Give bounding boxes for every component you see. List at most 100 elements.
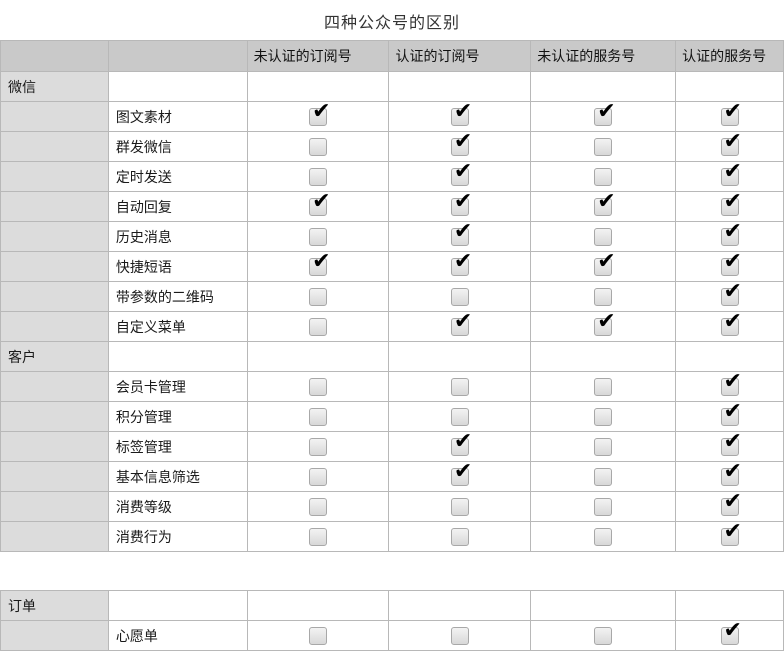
unchecked-checkbox[interactable] bbox=[309, 527, 328, 546]
unchecked-checkbox[interactable] bbox=[450, 377, 469, 396]
unchecked-checkbox[interactable] bbox=[450, 287, 469, 306]
checked-checkbox[interactable]: ✔ bbox=[720, 310, 742, 336]
checked-checkbox[interactable]: ✔ bbox=[450, 250, 472, 276]
checked-checkbox[interactable]: ✔ bbox=[450, 130, 472, 156]
checked-checkbox[interactable]: ✔ bbox=[720, 280, 742, 306]
unchecked-checkbox[interactable] bbox=[309, 626, 328, 645]
unchecked-checkbox[interactable] bbox=[450, 407, 469, 426]
unchecked-checkbox[interactable] bbox=[594, 497, 613, 516]
header-cell bbox=[107, 40, 248, 72]
unchecked-checkbox[interactable] bbox=[450, 497, 469, 516]
checked-checkbox[interactable]: ✔ bbox=[594, 250, 616, 276]
checked-checkbox[interactable]: ✔ bbox=[720, 400, 742, 426]
empty-cell bbox=[388, 71, 532, 102]
unchecked-checkbox[interactable] bbox=[594, 377, 613, 396]
row-indent-cell bbox=[0, 491, 109, 522]
empty-cell bbox=[675, 590, 784, 621]
row-indent-cell bbox=[0, 221, 109, 252]
checked-checkbox[interactable]: ✔ bbox=[594, 310, 616, 336]
unchecked-checkbox[interactable] bbox=[594, 626, 613, 645]
checked-checkbox[interactable]: ✔ bbox=[450, 310, 472, 336]
checked-checkbox[interactable]: ✔ bbox=[720, 370, 742, 396]
unchecked-checkbox[interactable] bbox=[450, 527, 469, 546]
unchecked-checkbox[interactable] bbox=[309, 437, 328, 456]
unchecked-checkbox[interactable] bbox=[309, 377, 328, 396]
checked-checkbox[interactable]: ✔ bbox=[720, 250, 742, 276]
checked-checkbox[interactable]: ✔ bbox=[720, 520, 742, 546]
checked-checkbox[interactable]: ✔ bbox=[450, 460, 472, 486]
checkmark-icon: ✔ bbox=[723, 128, 742, 154]
unchecked-checkbox[interactable] bbox=[594, 437, 613, 456]
checked-checkbox[interactable]: ✔ bbox=[450, 190, 472, 216]
table-row: 基本信息筛选 ✔ ✔ bbox=[0, 460, 784, 492]
checkmark-icon: ✔ bbox=[453, 158, 473, 184]
check-cell: ✔ bbox=[530, 190, 677, 222]
empty-cell bbox=[107, 341, 248, 372]
unchecked-checkbox[interactable] bbox=[594, 137, 613, 156]
checkmark-icon: ✔ bbox=[723, 188, 742, 214]
unchecked-checkbox[interactable] bbox=[309, 287, 328, 306]
checked-checkbox[interactable]: ✔ bbox=[309, 100, 331, 126]
checkmark-icon: ✔ bbox=[723, 218, 742, 244]
unchecked-checkbox[interactable] bbox=[594, 227, 613, 246]
check-cell: ✔ bbox=[530, 250, 677, 282]
unchecked-checkbox[interactable] bbox=[594, 467, 613, 486]
empty-cell bbox=[530, 341, 677, 372]
unchecked-checkbox[interactable] bbox=[309, 137, 328, 156]
unchecked-checkbox[interactable] bbox=[594, 287, 613, 306]
checked-checkbox[interactable]: ✔ bbox=[450, 160, 472, 186]
unchecked-checkbox[interactable] bbox=[309, 167, 328, 186]
checked-checkbox[interactable]: ✔ bbox=[720, 160, 742, 186]
checked-checkbox[interactable]: ✔ bbox=[720, 490, 742, 516]
checked-checkbox[interactable]: ✔ bbox=[720, 619, 742, 645]
checked-checkbox[interactable]: ✔ bbox=[450, 220, 472, 246]
check-cell: ✔ bbox=[246, 100, 390, 132]
check-cell bbox=[530, 620, 677, 651]
page-title: 四种公众号的区别 bbox=[323, 13, 460, 32]
checkmark-icon: ✔ bbox=[597, 248, 616, 274]
row-indent-cell bbox=[0, 101, 109, 132]
row-indent-cell bbox=[0, 401, 109, 432]
unchecked-checkbox[interactable] bbox=[450, 626, 469, 645]
check-cell: ✔ bbox=[388, 460, 532, 492]
checked-checkbox[interactable]: ✔ bbox=[720, 100, 742, 126]
check-cell: ✔ bbox=[675, 370, 784, 402]
unchecked-checkbox[interactable] bbox=[309, 317, 328, 336]
unchecked-checkbox[interactable] bbox=[594, 527, 613, 546]
header-cell: 认证的订阅号 bbox=[388, 40, 532, 72]
checked-checkbox[interactable]: ✔ bbox=[450, 430, 472, 456]
checked-checkbox[interactable]: ✔ bbox=[309, 250, 331, 276]
checked-checkbox[interactable]: ✔ bbox=[594, 100, 616, 126]
checked-checkbox[interactable]: ✔ bbox=[720, 130, 742, 156]
checkmark-icon: ✔ bbox=[453, 458, 473, 484]
row-indent-cell bbox=[0, 131, 109, 162]
check-cell: ✔ bbox=[675, 280, 784, 312]
feature-label: 自动回复 bbox=[107, 191, 248, 222]
row-indent-cell bbox=[0, 371, 109, 402]
unchecked-checkbox[interactable] bbox=[594, 167, 613, 186]
unchecked-checkbox[interactable] bbox=[309, 497, 328, 516]
checked-checkbox[interactable]: ✔ bbox=[720, 190, 742, 216]
checked-checkbox[interactable]: ✔ bbox=[720, 220, 742, 246]
unchecked-checkbox[interactable] bbox=[594, 407, 613, 426]
unchecked-checkbox[interactable] bbox=[309, 467, 328, 486]
checkmark-icon: ✔ bbox=[453, 428, 473, 454]
check-cell: ✔ bbox=[388, 310, 532, 342]
checked-checkbox[interactable]: ✔ bbox=[309, 190, 331, 216]
checkmark-icon: ✔ bbox=[723, 368, 742, 394]
check-cell: ✔ bbox=[675, 430, 784, 462]
checked-checkbox[interactable]: ✔ bbox=[450, 100, 472, 126]
checkmark-icon: ✔ bbox=[723, 518, 742, 544]
unchecked-checkbox[interactable] bbox=[309, 407, 328, 426]
checked-checkbox[interactable]: ✔ bbox=[594, 190, 616, 216]
checked-checkbox[interactable]: ✔ bbox=[720, 430, 742, 456]
empty-cell bbox=[246, 71, 390, 102]
check-cell: ✔ bbox=[246, 190, 390, 222]
row-indent-cell bbox=[0, 281, 109, 312]
table-row: 快捷短语 ✔ ✔ ✔ ✔ bbox=[0, 250, 784, 282]
checked-checkbox[interactable]: ✔ bbox=[720, 460, 742, 486]
unchecked-checkbox[interactable] bbox=[309, 227, 328, 246]
checkmark-icon: ✔ bbox=[312, 188, 331, 214]
check-cell: ✔ bbox=[675, 250, 784, 282]
check-cell: ✔ bbox=[388, 160, 532, 192]
